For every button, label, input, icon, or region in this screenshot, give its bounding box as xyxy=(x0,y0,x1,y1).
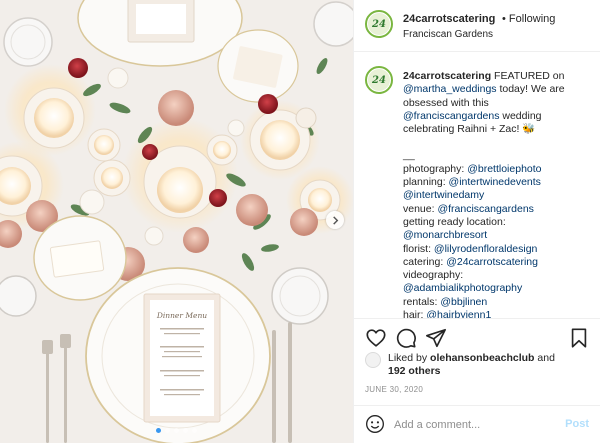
mention-link[interactable]: @brettloiephoto xyxy=(467,163,541,175)
comment-input[interactable] xyxy=(394,415,554,435)
caption-line: __ xyxy=(403,149,595,162)
caption-username[interactable]: 24carrotscatering xyxy=(403,70,491,82)
caption-line: @franciscangardens wedding xyxy=(403,110,595,123)
caption-line: 24carrotscatering FEATURED on xyxy=(403,70,595,83)
caption-line: rentals: @bbjlinen xyxy=(403,296,595,309)
caption-line: planning: @intertwinedevents xyxy=(403,176,595,189)
like-button[interactable] xyxy=(365,327,387,349)
share-button[interactable] xyxy=(425,327,447,349)
likes-middle: and xyxy=(534,352,555,364)
mention-link[interactable]: @adambialikphotography xyxy=(403,282,522,294)
caption-line: @adambialikphotography xyxy=(403,282,595,295)
caption-text-segment: FEATURED on xyxy=(491,70,565,82)
caption-avatar[interactable]: 24 xyxy=(365,66,393,94)
post-comment-button[interactable]: Post xyxy=(565,418,589,430)
mention-link[interactable]: @lilyrodenfloraldesign xyxy=(434,243,537,255)
left-plate xyxy=(33,215,127,301)
save-button[interactable] xyxy=(568,327,590,349)
carousel-dot xyxy=(156,428,161,433)
caption-line: videography: xyxy=(403,269,595,282)
credit-label: venue: xyxy=(403,202,438,215)
post-side-panel: 24 24carrotscatering • Following Francis… xyxy=(353,0,600,443)
mention-link[interactable]: @intertwinedamy xyxy=(403,189,484,201)
mention-link[interactable]: @hairbyjenn1 xyxy=(426,309,491,318)
caption-text-segment: celebrating Raihni + Zac! xyxy=(403,123,523,136)
instagram-post: Dinner Menu 24 24carrotscatering • Follo… xyxy=(0,0,600,443)
following-status[interactable]: • Following xyxy=(502,13,555,25)
credit-label: planning: xyxy=(403,176,449,189)
post-location[interactable]: Franciscan Gardens xyxy=(403,29,493,40)
likes-text: Liked by olehansonbeachclub and 192 other… xyxy=(388,352,593,379)
post-photo[interactable]: Dinner Menu xyxy=(0,0,353,443)
credit-label: florist: xyxy=(403,242,434,255)
post-header: 24 24carrotscatering • Following Francis… xyxy=(354,0,600,52)
caption-line: florist: @lilyrodenfloraldesign xyxy=(403,243,595,256)
menu-card-title: Dinner Menu xyxy=(156,311,207,320)
caption-line: @martha_weddings today! We are xyxy=(403,83,595,96)
heart-icon xyxy=(366,329,386,347)
carousel-dot xyxy=(165,428,170,433)
bee-emoji-icon: 🐝 xyxy=(522,123,536,136)
likes-summary: Liked by olehansonbeachclub and 192 other… xyxy=(365,350,595,378)
caption-line: @monarchbresort xyxy=(403,229,595,242)
carousel-dot xyxy=(183,428,188,433)
mention-link[interactable]: @intertwinedevents xyxy=(449,176,541,188)
mention-link[interactable]: @martha_weddings xyxy=(403,83,497,95)
caption-line: getting ready location: xyxy=(403,216,595,229)
caption-text-segment: getting ready location: xyxy=(403,215,506,228)
credit-label: catering: xyxy=(403,255,447,268)
avatar-logo: 24 xyxy=(368,13,390,35)
caption-text-segment: videography: xyxy=(403,269,464,282)
credit-label: rentals: xyxy=(403,295,441,308)
credit-label: photography: xyxy=(403,162,468,175)
author-username[interactable]: 24carrotscatering xyxy=(403,13,495,25)
caption-line: hair: @hairbyjenn1 xyxy=(403,309,595,318)
comment-button[interactable] xyxy=(395,327,417,349)
carousel-indicator xyxy=(0,428,353,433)
likes-count[interactable]: 192 others xyxy=(388,365,441,377)
comment-bar: Post xyxy=(354,405,600,443)
liker-username[interactable]: olehansonbeachclub xyxy=(430,352,534,364)
mention-link[interactable]: @bbjlinen xyxy=(440,296,487,308)
caption-line: photography: @brettloiephoto xyxy=(403,163,595,176)
caption-line: obsessed with this xyxy=(403,97,595,110)
caption-line: celebrating Raihni + Zac! 🐝 xyxy=(403,123,595,136)
mention-link[interactable]: @24carrotscatering xyxy=(446,256,538,268)
mention-link[interactable]: @franciscangardens xyxy=(437,203,533,215)
post-date[interactable]: JUNE 30, 2020 xyxy=(365,385,423,394)
main-plate: Dinner Menu xyxy=(85,267,271,443)
table-setting-photo: Dinner Menu xyxy=(0,0,353,443)
caption-line: @intertwinedamy xyxy=(403,189,595,202)
liker-avatar[interactable] xyxy=(365,352,381,368)
caption-line: catering: @24carrotscatering xyxy=(403,256,595,269)
caption-text-segment: wedding xyxy=(499,109,542,122)
next-photo-button[interactable] xyxy=(326,211,344,229)
comment-icon xyxy=(396,328,416,348)
likes-prefix: Liked by xyxy=(388,352,431,364)
emoji-icon[interactable] xyxy=(365,414,385,434)
mention-link[interactable]: @monarchbresort xyxy=(403,229,487,241)
caption-text-segment: today! We are xyxy=(496,83,565,96)
carousel-dot xyxy=(174,428,179,433)
mention-link[interactable]: @franciscangardens xyxy=(403,110,499,122)
chevron-right-icon xyxy=(332,215,338,225)
share-icon xyxy=(426,328,446,348)
caption-text-segment: obsessed with this xyxy=(403,96,489,109)
avatar-logo: 24 xyxy=(368,69,390,91)
author-avatar[interactable]: 24 xyxy=(365,10,393,38)
caption-text-segment: __ xyxy=(403,149,415,162)
credit-label: hair: xyxy=(403,309,427,318)
caption-area: 24 24carrotscatering FEATURED on @martha_… xyxy=(354,52,600,318)
bookmark-icon xyxy=(571,328,587,348)
carousel-dot xyxy=(192,428,197,433)
caption-text: 24carrotscatering FEATURED on @martha_wed… xyxy=(403,70,595,318)
caption-line: venue: @franciscangardens xyxy=(403,203,595,216)
